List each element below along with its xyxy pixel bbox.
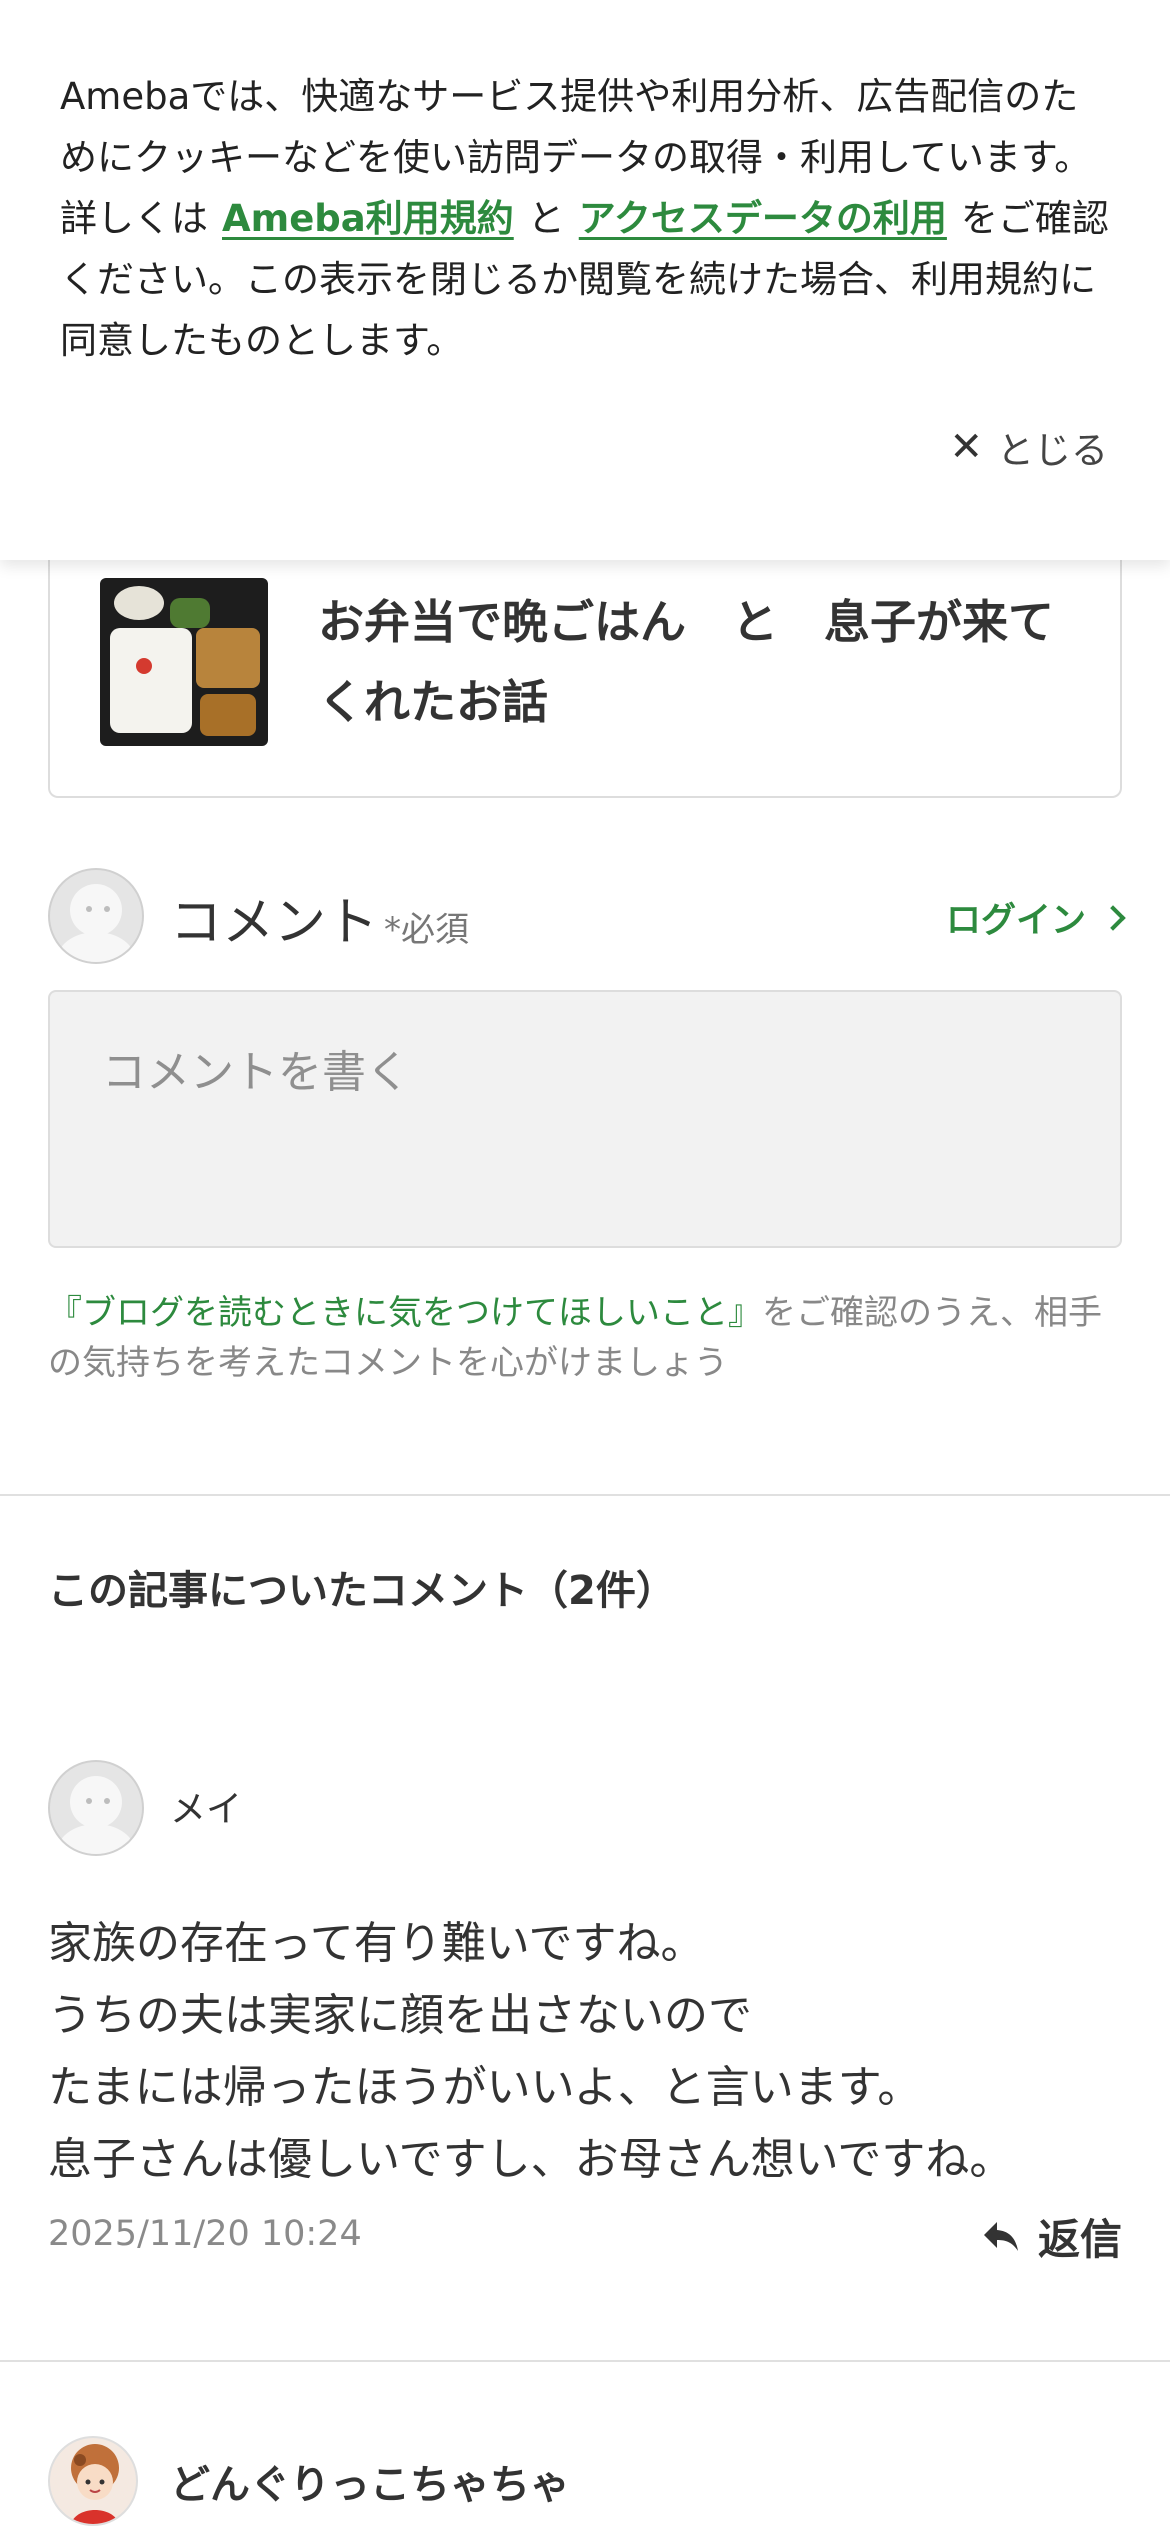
comment-label: コメント bbox=[170, 893, 379, 953]
cookie-close-button[interactable]: ✕ とじる bbox=[949, 420, 1108, 474]
reply-label: 返信 bbox=[1037, 2215, 1122, 2264]
close-icon: ✕ bbox=[949, 424, 983, 470]
chevron-right-icon bbox=[1100, 904, 1126, 931]
comment-form-header: コメント *必須 ログイン bbox=[48, 866, 1126, 966]
comment-guideline: 『ブログを読むときに気をつけてほしいこと』をご確認のうえ、相手の気持ちを考えたコ… bbox=[48, 1288, 1128, 1388]
article-card[interactable]: お弁当で晩ごはん と 息子が来てくれたお話 bbox=[48, 520, 1122, 798]
comment-timestamp: 2025/11/20 10:24 bbox=[48, 2214, 362, 2254]
avatar bbox=[48, 2436, 138, 2526]
section-divider bbox=[0, 1494, 1170, 1496]
avatar bbox=[48, 868, 144, 964]
terms-link[interactable]: Ameba利用規約 bbox=[222, 197, 514, 240]
article-title: お弁当で晩ごはん と 息子が来てくれたお話 bbox=[318, 595, 1054, 729]
avatar bbox=[48, 1760, 144, 1856]
reply-button[interactable]: 返信 bbox=[982, 2206, 1122, 2267]
guideline-link[interactable]: 『ブログを読むときに気をつけてほしいこと』 bbox=[48, 1293, 762, 1333]
access-data-link[interactable]: アクセスデータの利用 bbox=[579, 197, 947, 240]
reply-icon bbox=[982, 2220, 1020, 2254]
comment-item: メイ 家族の存在って有り難いですね。 うちの夫は実家に顔を出さないので たまには… bbox=[48, 1758, 1122, 2278]
comment-divider bbox=[0, 2360, 1170, 2362]
comment-item: どんぐりっこちゃちゃ bbox=[48, 2432, 1122, 2532]
commenter-name[interactable]: メイ bbox=[170, 1780, 242, 1832]
comment-body: 家族の存在って有り難いですね。 うちの夫は実家に顔を出さないので たまには帰った… bbox=[48, 1918, 1014, 2185]
cookie-close-label: とじる bbox=[997, 429, 1108, 472]
cookie-consent-banner: Amebaでは、快適なサービス提供や利用分析、広告配信のためにクッキーなどを使い… bbox=[0, 0, 1170, 560]
cookie-consent-text: Amebaでは、快適なサービス提供や利用分析、広告配信のためにクッキーなどを使い… bbox=[60, 66, 1115, 371]
comment-input[interactable] bbox=[48, 990, 1122, 1248]
required-marker: *必須 bbox=[384, 910, 469, 950]
article-thumbnail bbox=[100, 578, 268, 746]
cookie-text-and: と bbox=[527, 197, 565, 240]
login-label: ログイン bbox=[945, 901, 1086, 941]
commenter-name[interactable]: どんぐりっこちゃちゃ bbox=[170, 2452, 570, 2510]
login-link[interactable]: ログイン bbox=[945, 892, 1126, 943]
comments-section-title: この記事についたコメント（2件） bbox=[48, 1568, 676, 1614]
